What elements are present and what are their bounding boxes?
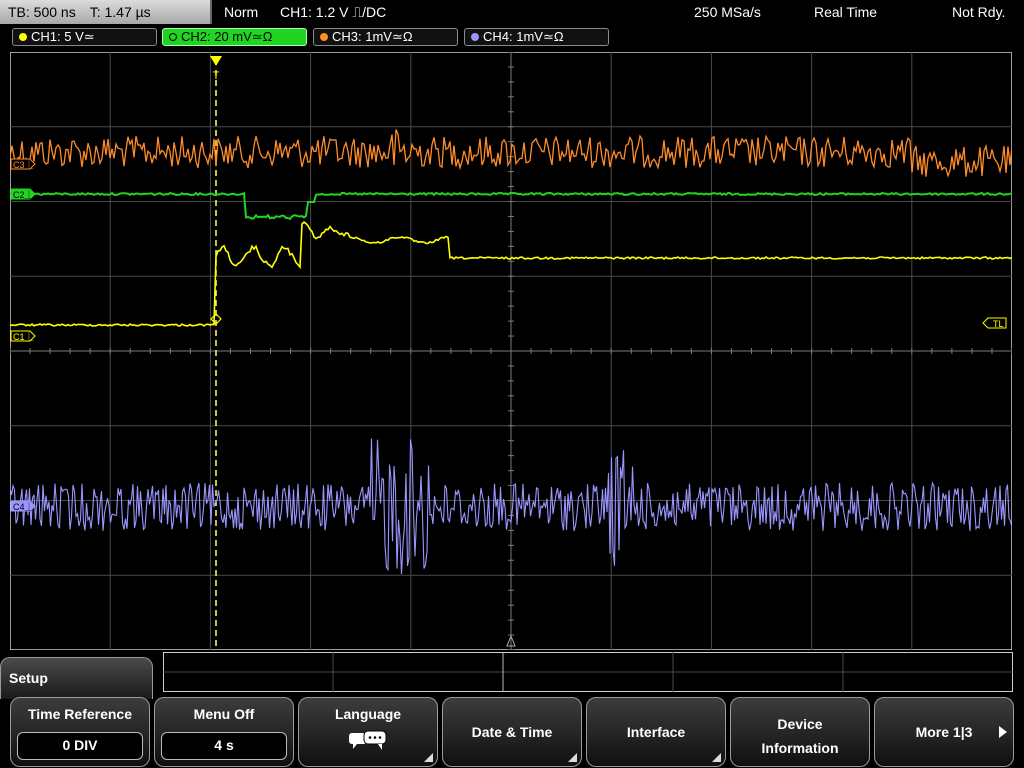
menu-title-tab: Setup: [0, 657, 153, 699]
channel-tab-ch1[interactable]: CH1: 5 V≃: [12, 28, 157, 46]
ch2-ground-label: C2⏊: [13, 189, 34, 200]
overview-strip: [163, 652, 1013, 692]
ch3-ground-marker[interactable]: C3⏊: [10, 158, 36, 170]
menu-title: Setup: [9, 670, 48, 686]
channel-tab-label: CH2: 20 mV≃Ω: [181, 29, 273, 44]
date-time-softkey[interactable]: Date & Time: [442, 697, 582, 767]
menu-off-value: 4 s: [161, 732, 287, 760]
channel-tab-label: CH4: 1mV≃Ω: [483, 29, 564, 44]
softkey-label: Date & Time: [471, 724, 553, 740]
ch1-ground-marker[interactable]: C1⏊: [10, 330, 36, 342]
ch4-color-icon: [471, 33, 479, 41]
sample-rate: 250 MSa/s: [694, 4, 761, 20]
channel-tab-label: CH3: 1mV≃Ω: [332, 29, 413, 44]
menu-off-softkey[interactable]: Menu Off 4 s: [154, 697, 294, 767]
ch2-color-icon: [169, 33, 177, 41]
timebase-value: TB: 500 ns: [8, 4, 76, 20]
channel-tab-ch4[interactable]: CH4: 1mV≃Ω: [464, 28, 609, 46]
ch3-ground-label: C3⏊: [13, 159, 34, 170]
time-reference-value: 0 DIV: [17, 732, 143, 760]
submenu-indicator-icon: [712, 753, 721, 762]
ch1-ground-label: C1⏊: [13, 331, 34, 342]
time-reference-softkey[interactable]: Time Reference 0 DIV: [10, 697, 150, 767]
waveform-display[interactable]: T C3⏊ C2⏊ C1⏊ C4⏊ TL: [10, 52, 1012, 650]
ch2-ground-marker[interactable]: C2⏊: [10, 188, 36, 200]
softkey-label: Time Reference: [27, 706, 132, 722]
ch4-ground-marker[interactable]: C4⏊: [10, 500, 36, 512]
timebase-box[interactable]: TB: 500 ns T: 1.47 µs: [0, 0, 212, 24]
next-page-icon: [999, 726, 1007, 738]
softkey-label: Language: [334, 706, 402, 722]
softkey-label: Interface: [626, 724, 686, 740]
language-softkey[interactable]: Language: [298, 697, 438, 767]
ch3-color-icon: [320, 33, 328, 41]
more-softkey[interactable]: More 1|3: [874, 697, 1014, 767]
acquisition-status: Not Rdy.: [952, 4, 1006, 20]
trigger-position-label: T: [213, 70, 220, 82]
speech-bubbles-icon: [349, 730, 387, 750]
trigger-source[interactable]: CH1: 1.2 V ⎍/DC: [280, 0, 386, 24]
status-bar: TB: 500 ns T: 1.47 µs Norm CH1: 1.2 V ⎍/D…: [0, 0, 1024, 24]
channel-tab-label: CH1: 5 V≃: [31, 29, 95, 44]
channel-tab-ch2[interactable]: CH2: 20 mV≃Ω: [162, 28, 307, 46]
submenu-indicator-icon: [568, 753, 577, 762]
submenu-indicator-icon: [424, 753, 433, 762]
ch1-color-icon: [19, 33, 27, 41]
trigger-mode[interactable]: Norm: [224, 0, 258, 24]
acquisition-mode: Real Time: [814, 4, 878, 20]
trigger-time-value: T: 1.47 µs: [89, 4, 151, 20]
device-information-softkey[interactable]: Device Information: [730, 697, 870, 767]
channel-tab-ch3[interactable]: CH3: 1mV≃Ω: [313, 28, 458, 46]
interface-softkey[interactable]: Interface: [586, 697, 726, 767]
ch4-ground-label: C4⏊: [13, 501, 34, 512]
trigger-level-label: TL: [993, 319, 1004, 329]
softkey-label: More 1|3: [915, 724, 973, 740]
softkey-label: Menu Off: [193, 706, 255, 722]
softkey-label: Device Information: [761, 716, 839, 756]
